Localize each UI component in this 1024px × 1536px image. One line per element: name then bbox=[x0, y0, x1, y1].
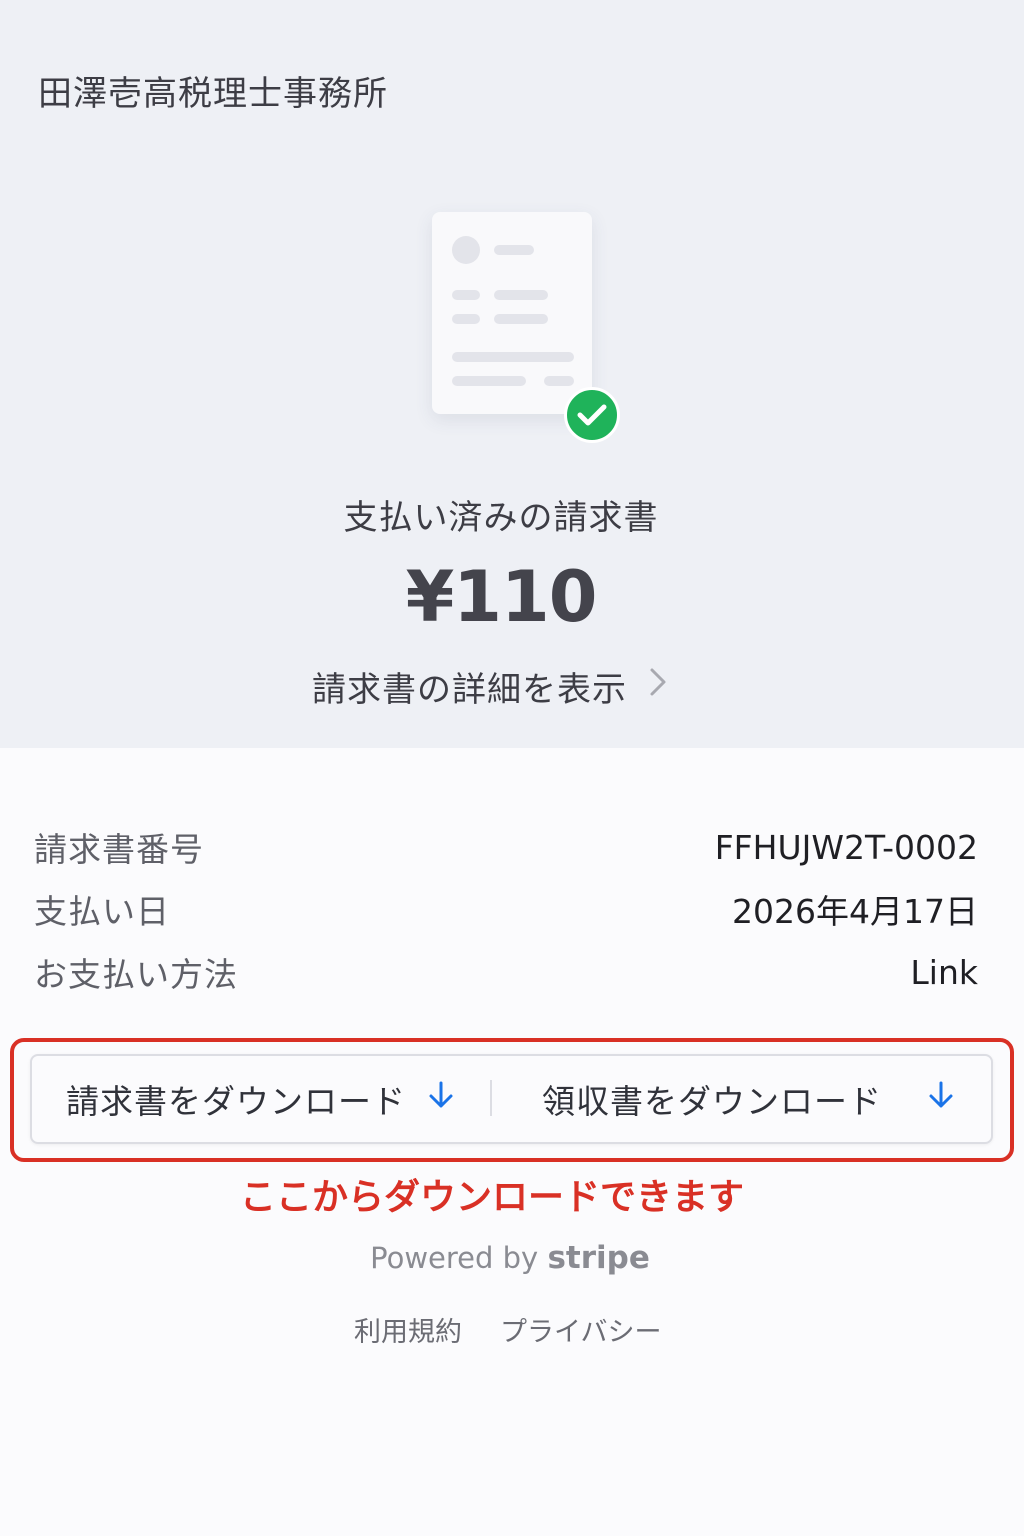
download-invoice-label: 請求書をダウンロード bbox=[66, 1082, 406, 1121]
download-receipt-label: 領収書をダウンロード bbox=[542, 1082, 882, 1121]
invoice-amount: ¥110 bbox=[405, 556, 598, 638]
detail-value: Link bbox=[910, 952, 978, 992]
paid-status-label: 支払い済みの請求書 bbox=[343, 498, 659, 538]
view-invoice-details-link[interactable]: 請求書の詳細を表示 bbox=[312, 664, 667, 710]
detail-value: 2026年4月17日 bbox=[732, 892, 978, 931]
button-divider bbox=[490, 1080, 492, 1116]
doc-line bbox=[544, 376, 574, 386]
terms-link[interactable]: 利用規約 bbox=[354, 1310, 462, 1348]
download-invoice-button[interactable]: 請求書をダウンロード bbox=[66, 1056, 454, 1142]
detail-row-invoice-number: 請求書番号 FFHUJW2T-0002 bbox=[34, 822, 978, 872]
stripe-logo: stripe bbox=[547, 1240, 650, 1276]
privacy-link[interactable]: プライバシー bbox=[500, 1310, 661, 1348]
invoice-document-illustration bbox=[432, 212, 592, 414]
arrow-down-icon bbox=[928, 1079, 954, 1119]
detail-row-payment-method: お支払い方法 Link bbox=[34, 947, 978, 997]
doc-line bbox=[452, 290, 480, 300]
footer-links: 利用規約 プライバシー bbox=[354, 1310, 661, 1348]
powered-by-text: Powered by bbox=[370, 1241, 539, 1275]
view-invoice-details-label: 請求書の詳細を表示 bbox=[312, 669, 627, 710]
check-icon bbox=[564, 387, 620, 443]
download-receipt-button[interactable]: 領収書をダウンロード bbox=[542, 1056, 954, 1142]
doc-line bbox=[452, 352, 574, 362]
arrow-down-icon bbox=[428, 1079, 454, 1119]
download-hint-annotation: ここからダウンロードできます bbox=[239, 1177, 744, 1218]
powered-by-stripe[interactable]: Powered by stripe bbox=[0, 1240, 1020, 1276]
doc-line bbox=[494, 245, 534, 255]
detail-label: お支払い方法 bbox=[34, 955, 238, 994]
doc-line bbox=[494, 290, 548, 300]
merchant-name: 田澤壱高税理士事務所 bbox=[38, 74, 388, 114]
doc-line bbox=[452, 376, 526, 386]
detail-value: FFHUJW2T-0002 bbox=[714, 827, 978, 867]
download-button-group: 請求書をダウンロード 領収書をダウンロード bbox=[30, 1054, 993, 1144]
doc-line bbox=[452, 314, 480, 324]
doc-line bbox=[494, 314, 548, 324]
chevron-right-icon bbox=[649, 667, 667, 705]
detail-label: 支払い日 bbox=[34, 892, 170, 931]
detail-label: 請求書番号 bbox=[34, 830, 204, 869]
doc-avatar-placeholder bbox=[452, 236, 480, 264]
detail-row-payment-date: 支払い日 2026年4月17日 bbox=[34, 884, 978, 934]
